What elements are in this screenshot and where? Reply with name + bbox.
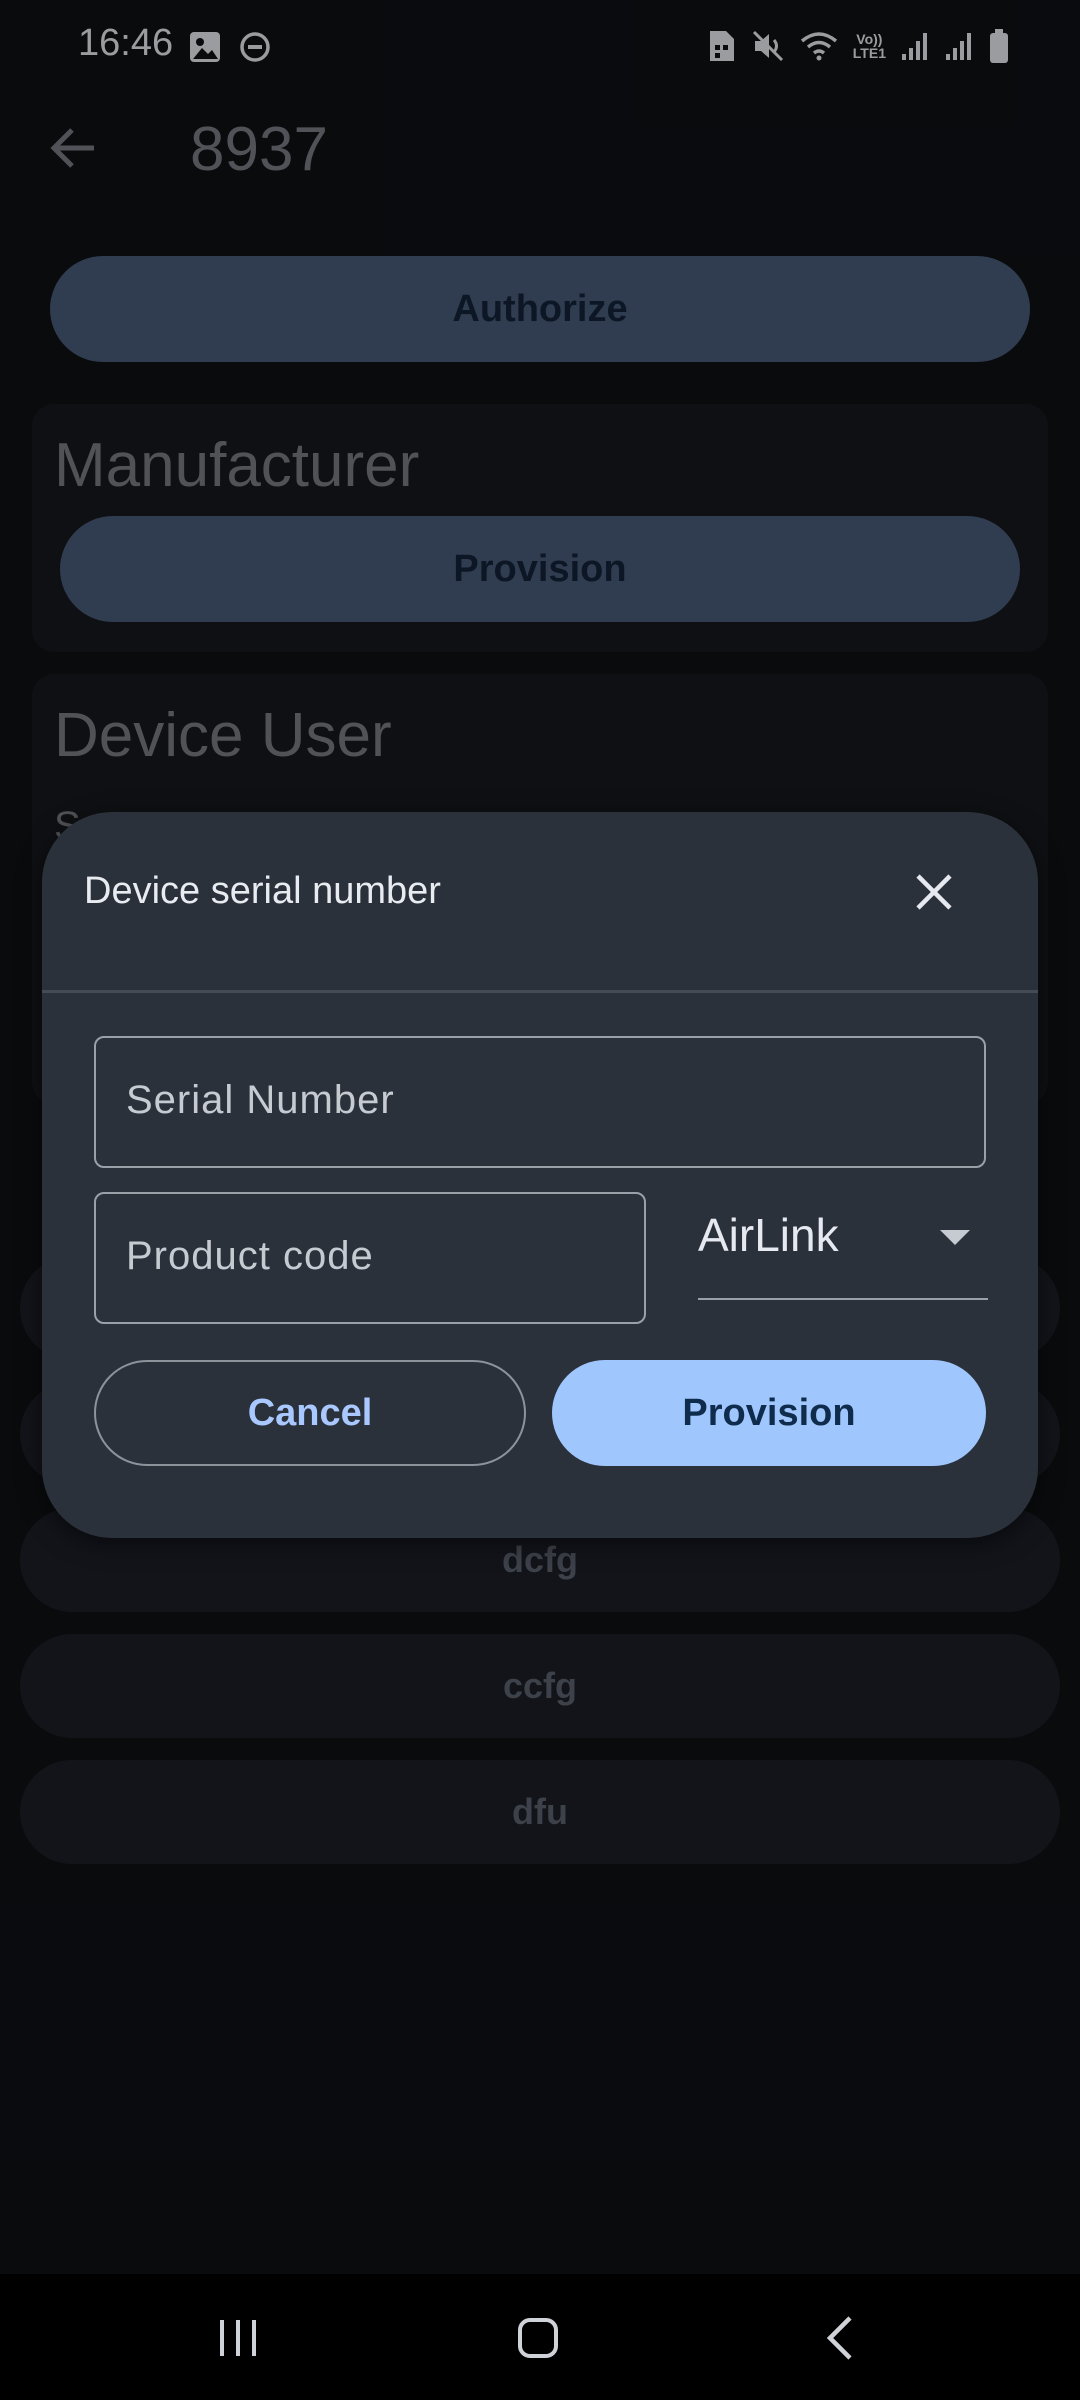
caret-down-icon: [940, 1230, 970, 1245]
serial-number-placeholder: Serial Number: [126, 1078, 395, 1122]
serial-number-input[interactable]: Serial Number: [94, 1036, 986, 1168]
system-nav-bar: [0, 2274, 1080, 2400]
dialog-divider: [42, 990, 1038, 993]
recents-icon[interactable]: [216, 2318, 260, 2358]
product-type-dropdown[interactable]: AirLink: [698, 1188, 988, 1300]
product-code-placeholder: Product code: [126, 1234, 374, 1278]
product-code-input[interactable]: Product code: [94, 1192, 646, 1324]
serial-number-dialog: Device serial number Serial Number Produ…: [42, 812, 1038, 1538]
dialog-title: Device serial number: [84, 870, 441, 912]
close-icon[interactable]: [904, 862, 964, 922]
home-icon[interactable]: [518, 2318, 558, 2358]
dropdown-value: AirLink: [698, 1209, 839, 1261]
back-icon[interactable]: [822, 2314, 856, 2362]
cancel-button[interactable]: Cancel: [94, 1360, 526, 1466]
provision-button[interactable]: Provision: [552, 1360, 986, 1466]
